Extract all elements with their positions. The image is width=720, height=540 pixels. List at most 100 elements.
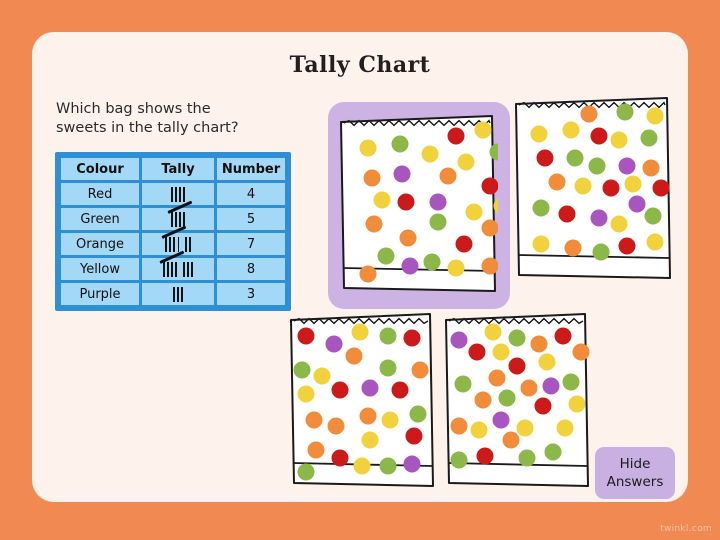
sweet-orange (474, 391, 492, 409)
sweet-yellow (381, 411, 399, 429)
sweet-purple (401, 257, 419, 275)
sweet-green (454, 375, 472, 393)
sweet-yellow (359, 139, 377, 157)
sweet-orange (307, 441, 325, 459)
sweet-yellow (313, 367, 331, 385)
cell-number: 8 (217, 258, 285, 280)
header-tally: Tally (142, 158, 214, 180)
sweet-green (450, 451, 468, 469)
hide-answers-button[interactable]: Hide Answers (595, 447, 675, 499)
cell-number: 7 (217, 233, 285, 255)
sweet-yellow (297, 385, 315, 403)
bag-bottom-left[interactable] (288, 308, 436, 490)
sweet-green (379, 327, 397, 345)
sweet-green (562, 373, 580, 391)
sweet-orange (365, 215, 383, 233)
sweet-yellow (610, 131, 628, 149)
sweet-yellow (556, 419, 574, 437)
sweet-yellow (351, 323, 369, 341)
cell-number: 3 (217, 283, 285, 305)
sweet-orange (439, 167, 457, 185)
header-number: Number (217, 158, 285, 180)
tally-table: Colour Tally Number Red 4 Green 5 Orange 7 Yel… (58, 155, 288, 308)
sweet-purple (542, 377, 560, 395)
sweet-red (405, 427, 423, 445)
sweet-yellow (530, 125, 548, 143)
watermark: twinkl.com (660, 524, 712, 534)
page-title: Tally Chart (289, 52, 431, 78)
sweet-orange (642, 159, 660, 177)
sweet-yellow (610, 215, 628, 233)
sweet-orange (488, 369, 506, 387)
cell-colour: Red (61, 183, 139, 205)
sweet-green (379, 359, 397, 377)
sweet-yellow (492, 343, 510, 361)
cell-colour: Purple (61, 283, 139, 305)
sweet-red (455, 235, 473, 253)
bag-bottom-right[interactable] (443, 308, 591, 490)
sweet-orange (580, 105, 598, 123)
tally-single-marks (173, 286, 183, 302)
sweet-yellow (646, 107, 664, 125)
sweet-purple (590, 209, 608, 227)
bag-top-right[interactable] (513, 92, 673, 282)
sweet-orange (530, 335, 548, 353)
sweet-red (618, 237, 636, 255)
sweet-yellow (532, 235, 550, 253)
sweet-green (423, 253, 441, 271)
cell-number: 5 (217, 208, 285, 230)
sweet-green (616, 103, 634, 121)
table-body: Red 4 Green 5 Orange 7 Yellow 8 Purple 3 (61, 183, 285, 305)
sweet-purple (325, 335, 343, 353)
sweet-yellow (470, 421, 488, 439)
tally-single-marks (185, 236, 191, 252)
sweet-yellow (457, 153, 475, 171)
sweet-green (293, 361, 311, 379)
sweet-green (498, 389, 516, 407)
sweet-orange (502, 431, 520, 449)
sweet-red (590, 127, 608, 145)
sweet-orange (548, 173, 566, 191)
table-row: Yellow 8 (61, 250, 285, 280)
sweet-orange (481, 219, 498, 237)
sweet-red (534, 397, 552, 415)
sweet-green (297, 463, 315, 481)
sweet-red (297, 327, 315, 345)
sweet-orange (359, 407, 377, 425)
tally-table-wrapper: Colour Tally Number Red 4 Green 5 Orange 7 Yel… (55, 152, 291, 311)
sweet-green (588, 157, 606, 175)
sweet-yellow (516, 419, 534, 437)
sweet-green (377, 247, 395, 265)
sweet-red (403, 329, 421, 347)
sweet-green (544, 443, 562, 461)
sweet-green (391, 135, 409, 153)
tally-single-marks (183, 261, 193, 277)
sweet-yellow (574, 177, 592, 195)
sweet-orange (481, 257, 498, 275)
sweet-red (476, 447, 494, 465)
sweet-red (554, 327, 572, 345)
sweet-purple (393, 165, 411, 183)
sweet-green (566, 149, 584, 167)
sweet-purple (618, 157, 636, 175)
bag-top-left[interactable] (338, 110, 498, 295)
table-row: Purple 3 (61, 283, 285, 305)
sweet-green (508, 329, 526, 347)
cell-tally (142, 250, 214, 280)
sweet-green (532, 199, 550, 217)
sweet-green (640, 129, 658, 147)
sweet-orange (359, 265, 377, 283)
cell-colour: Green (61, 208, 139, 230)
sweet-yellow (568, 395, 586, 413)
question-line-2: sweets in the tally chart? (56, 120, 239, 136)
tally-group-of-five (167, 200, 193, 227)
sweet-red (602, 179, 620, 197)
sweet-green (379, 457, 397, 475)
hide-button-line-1: Hide (619, 456, 651, 472)
hide-button-line-2: Answers (606, 474, 664, 490)
sweet-red (391, 381, 409, 399)
sweet-orange (327, 417, 345, 435)
cell-colour: Orange (61, 233, 139, 255)
cell-tally (142, 283, 214, 305)
cell-tally (142, 183, 214, 205)
